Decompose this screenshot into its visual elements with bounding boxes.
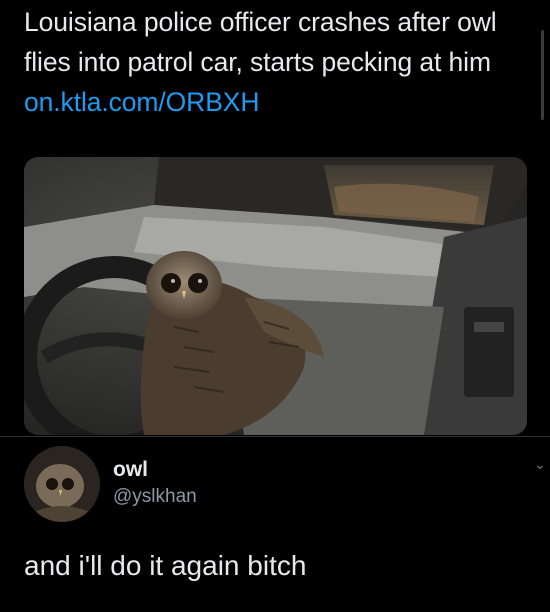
reply-text: and i'll do it again bitch bbox=[24, 550, 307, 581]
tweet-text: Louisiana police officer crashes after o… bbox=[24, 7, 497, 77]
scroll-indicator[interactable] bbox=[541, 30, 544, 120]
user-handle[interactable]: @yslkhan bbox=[113, 486, 197, 508]
tweet-link[interactable]: on.ktla.com/ORBXH bbox=[24, 87, 260, 117]
tweet-body: Louisiana police officer crashes after o… bbox=[24, 2, 534, 122]
display-name[interactable]: owl bbox=[113, 458, 148, 482]
chevron-down-icon[interactable]: ⌄ bbox=[534, 457, 546, 471]
avatar[interactable] bbox=[24, 446, 100, 522]
divider bbox=[0, 436, 550, 437]
owl-avatar-icon bbox=[24, 446, 100, 522]
tweet-photo[interactable] bbox=[24, 157, 527, 435]
owl-photo-illustration bbox=[24, 157, 527, 435]
tweet-screen: Louisiana police officer crashes after o… bbox=[0, 0, 550, 612]
